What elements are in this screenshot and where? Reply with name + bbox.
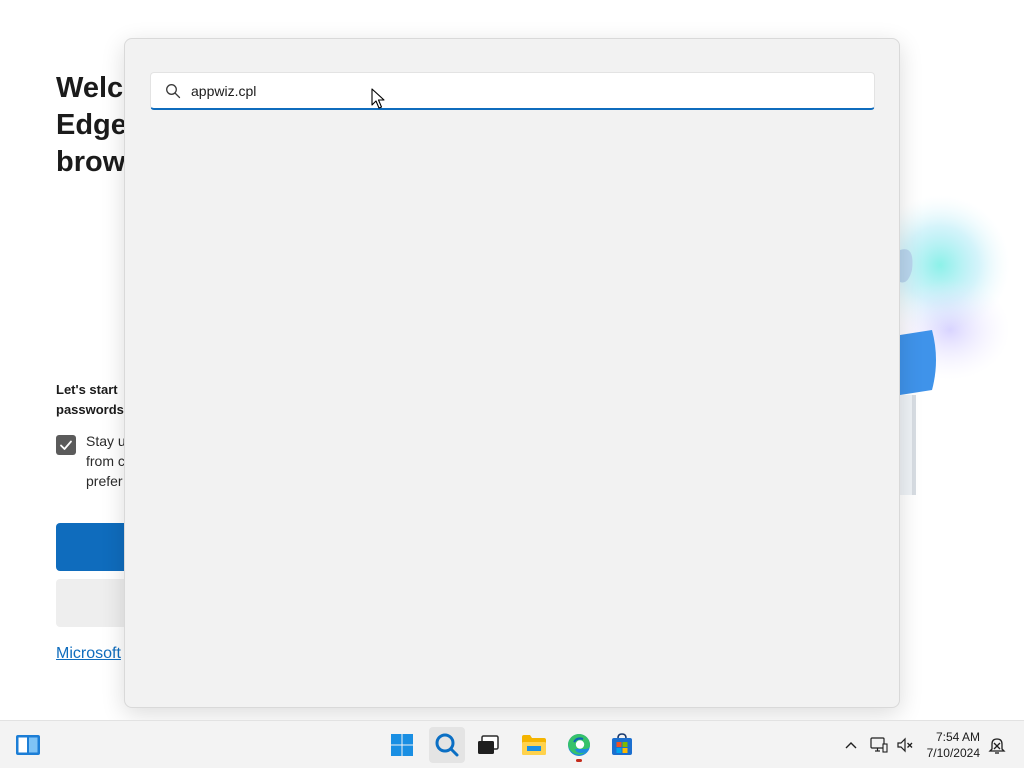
notification-icon xyxy=(988,738,1006,754)
search-box[interactable] xyxy=(150,72,875,110)
clock-date: 7/10/2024 xyxy=(926,746,980,760)
task-view-button[interactable] xyxy=(470,727,506,763)
search-flyout xyxy=(124,38,900,708)
start-icon xyxy=(391,734,413,756)
network-button[interactable] xyxy=(868,721,890,768)
search-button[interactable] xyxy=(429,727,465,763)
file-explorer-button[interactable] xyxy=(516,727,552,763)
show-hidden-icons-button[interactable] xyxy=(842,721,860,768)
chevron-up-icon xyxy=(845,742,857,749)
store-icon xyxy=(612,733,632,755)
edge-icon xyxy=(568,734,590,756)
clock-time: 7:54 AM xyxy=(935,730,980,744)
notifications-button[interactable] xyxy=(986,721,1008,768)
task-view-icon xyxy=(478,735,499,754)
running-indicator xyxy=(576,759,582,762)
clock[interactable]: 7:54 AM 7/10/2024 xyxy=(910,729,980,761)
widgets-icon xyxy=(16,735,40,755)
checkmark-icon xyxy=(60,440,72,450)
search-icon xyxy=(435,733,459,757)
network-icon xyxy=(870,737,888,753)
search-icon xyxy=(166,84,181,99)
edge-button[interactable] xyxy=(561,727,597,763)
start-button[interactable] xyxy=(384,727,420,763)
store-button[interactable] xyxy=(604,727,640,763)
desktop: Welco Edge, brows Let's start passwords … xyxy=(0,0,1024,768)
sync-checkbox[interactable] xyxy=(56,435,76,455)
microsoft-link[interactable]: Microsoft xyxy=(56,645,121,663)
taskbar: 7:54 AM 7/10/2024 xyxy=(0,720,1024,768)
widgets-button[interactable] xyxy=(10,727,46,763)
mouse-cursor-icon xyxy=(371,88,385,109)
file-explorer-icon xyxy=(522,735,546,755)
search-input[interactable] xyxy=(191,73,861,109)
